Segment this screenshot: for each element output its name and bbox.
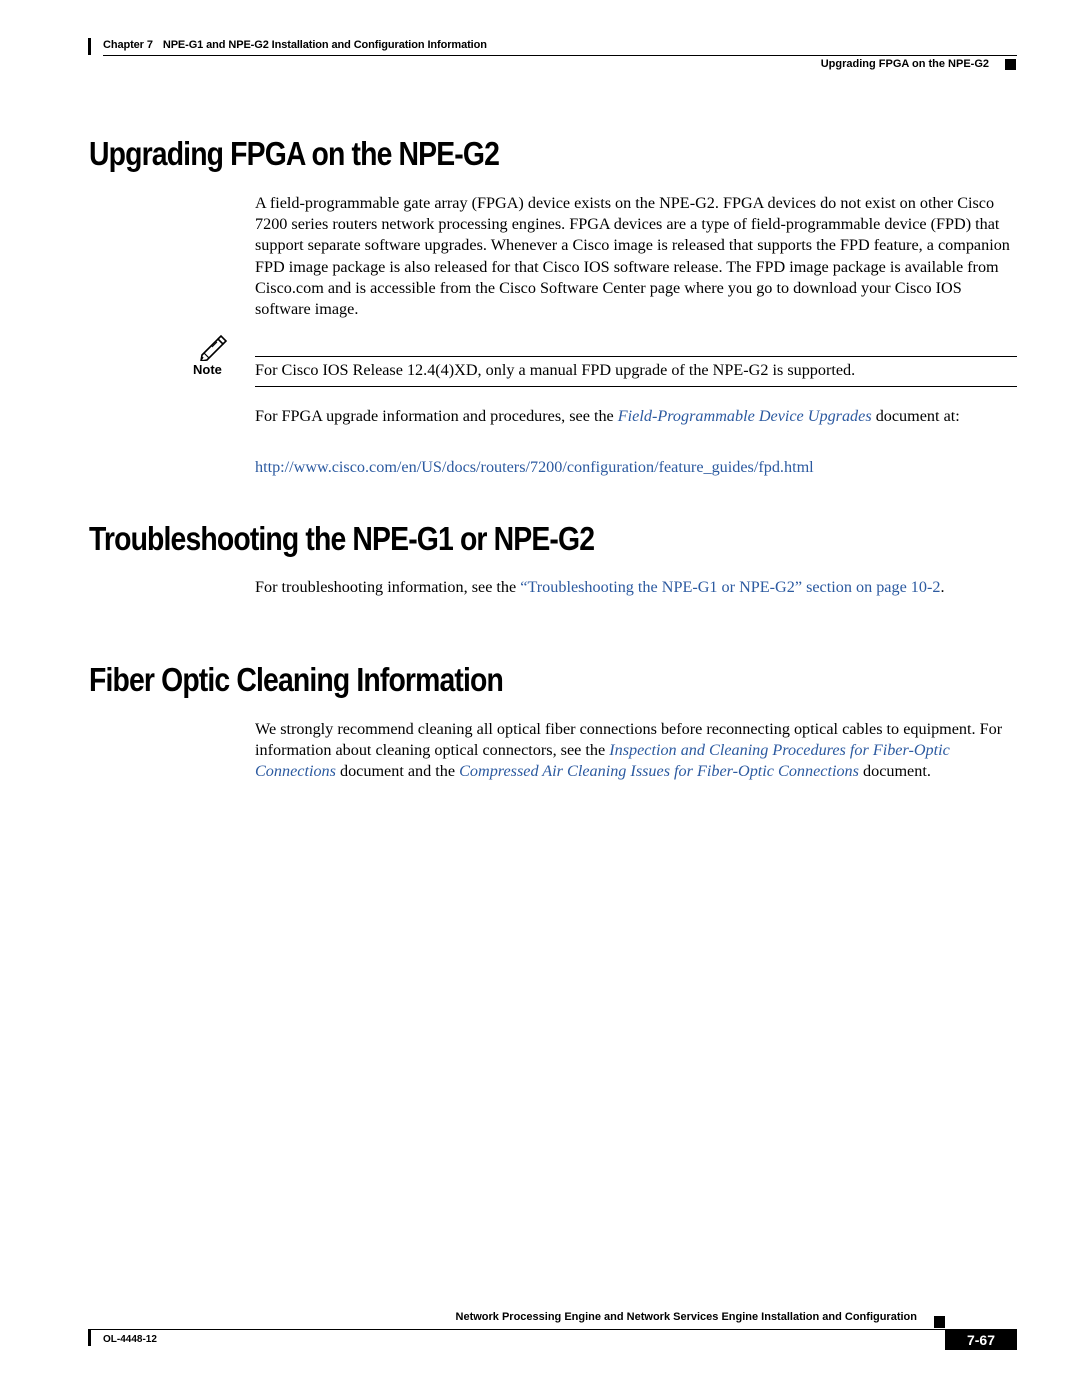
footer-square-marker [934, 1316, 945, 1328]
heading-upgrading-fpga: Upgrading FPGA on the NPE-G2 [89, 135, 500, 172]
chapter-title: NPE-G1 and NPE-G2 Installation and Confi… [162, 39, 487, 51]
url-paragraph: http://www.cisco.com/en/US/docs/routers/… [255, 457, 1020, 478]
troubleshooting-prefix: For troubleshooting information, see the [255, 578, 521, 596]
footer-bar [88, 1329, 91, 1346]
header-chapter: Chapter 7 NPE-G1 and NPE-G2 Installation … [103, 39, 487, 51]
followup-prefix: For FPGA upgrade information and procedu… [255, 407, 618, 425]
header-section-title: Upgrading FPGA on the NPE-G2 [820, 58, 989, 70]
followup-suffix: document at: [871, 407, 960, 425]
pencil-note-icon [200, 334, 228, 361]
footer-book-title: Network Processing Engine and Network Se… [455, 1311, 917, 1323]
paragraph-troubleshooting: For troubleshooting information, see the… [255, 577, 975, 598]
footer-rule [91, 1329, 1017, 1330]
paragraph-fpga-intro: A field-programmable gate array (FPGA) d… [255, 194, 1010, 319]
header-square-marker [1005, 59, 1016, 70]
footer-doc-number: OL-4448-12 [103, 1334, 157, 1345]
link-fpd-upgrades[interactable]: Field-Programmable Device Upgrades [618, 407, 872, 425]
paragraph-fiber-optic: We strongly recommend cleaning all optic… [255, 719, 1020, 783]
note-rule-top [255, 356, 1017, 357]
header-rule [103, 55, 1017, 56]
fiber-suffix: document. [858, 762, 931, 781]
fiber-middle: document and the [335, 762, 460, 781]
heading-fiber-optic: Fiber Optic Cleaning Information [89, 661, 504, 698]
note-label: Note [193, 362, 222, 377]
link-troubleshooting-section[interactable]: “Troubleshooting the NPE-G1 or NPE-G2” s… [520, 578, 940, 596]
footer-page-number: 7-67 [945, 1330, 1017, 1350]
link-fpd-url[interactable]: http://www.cisco.com/en/US/docs/routers/… [255, 458, 814, 476]
paragraph-fpga-followup: For FPGA upgrade information and procedu… [255, 406, 975, 427]
header-bar [88, 38, 91, 55]
note-rule-bottom [255, 386, 1017, 387]
note-text: For Cisco IOS Release 12.4(4)XD, only a … [255, 361, 856, 379]
link-compressed-air-cleaning[interactable]: Compressed Air Cleaning Issues for Fiber… [459, 762, 859, 780]
chapter-label: Chapter 7 [103, 39, 153, 51]
heading-troubleshooting: Troubleshooting the NPE-G1 or NPE-G2 [89, 520, 595, 557]
troubleshooting-suffix: . [940, 578, 945, 596]
